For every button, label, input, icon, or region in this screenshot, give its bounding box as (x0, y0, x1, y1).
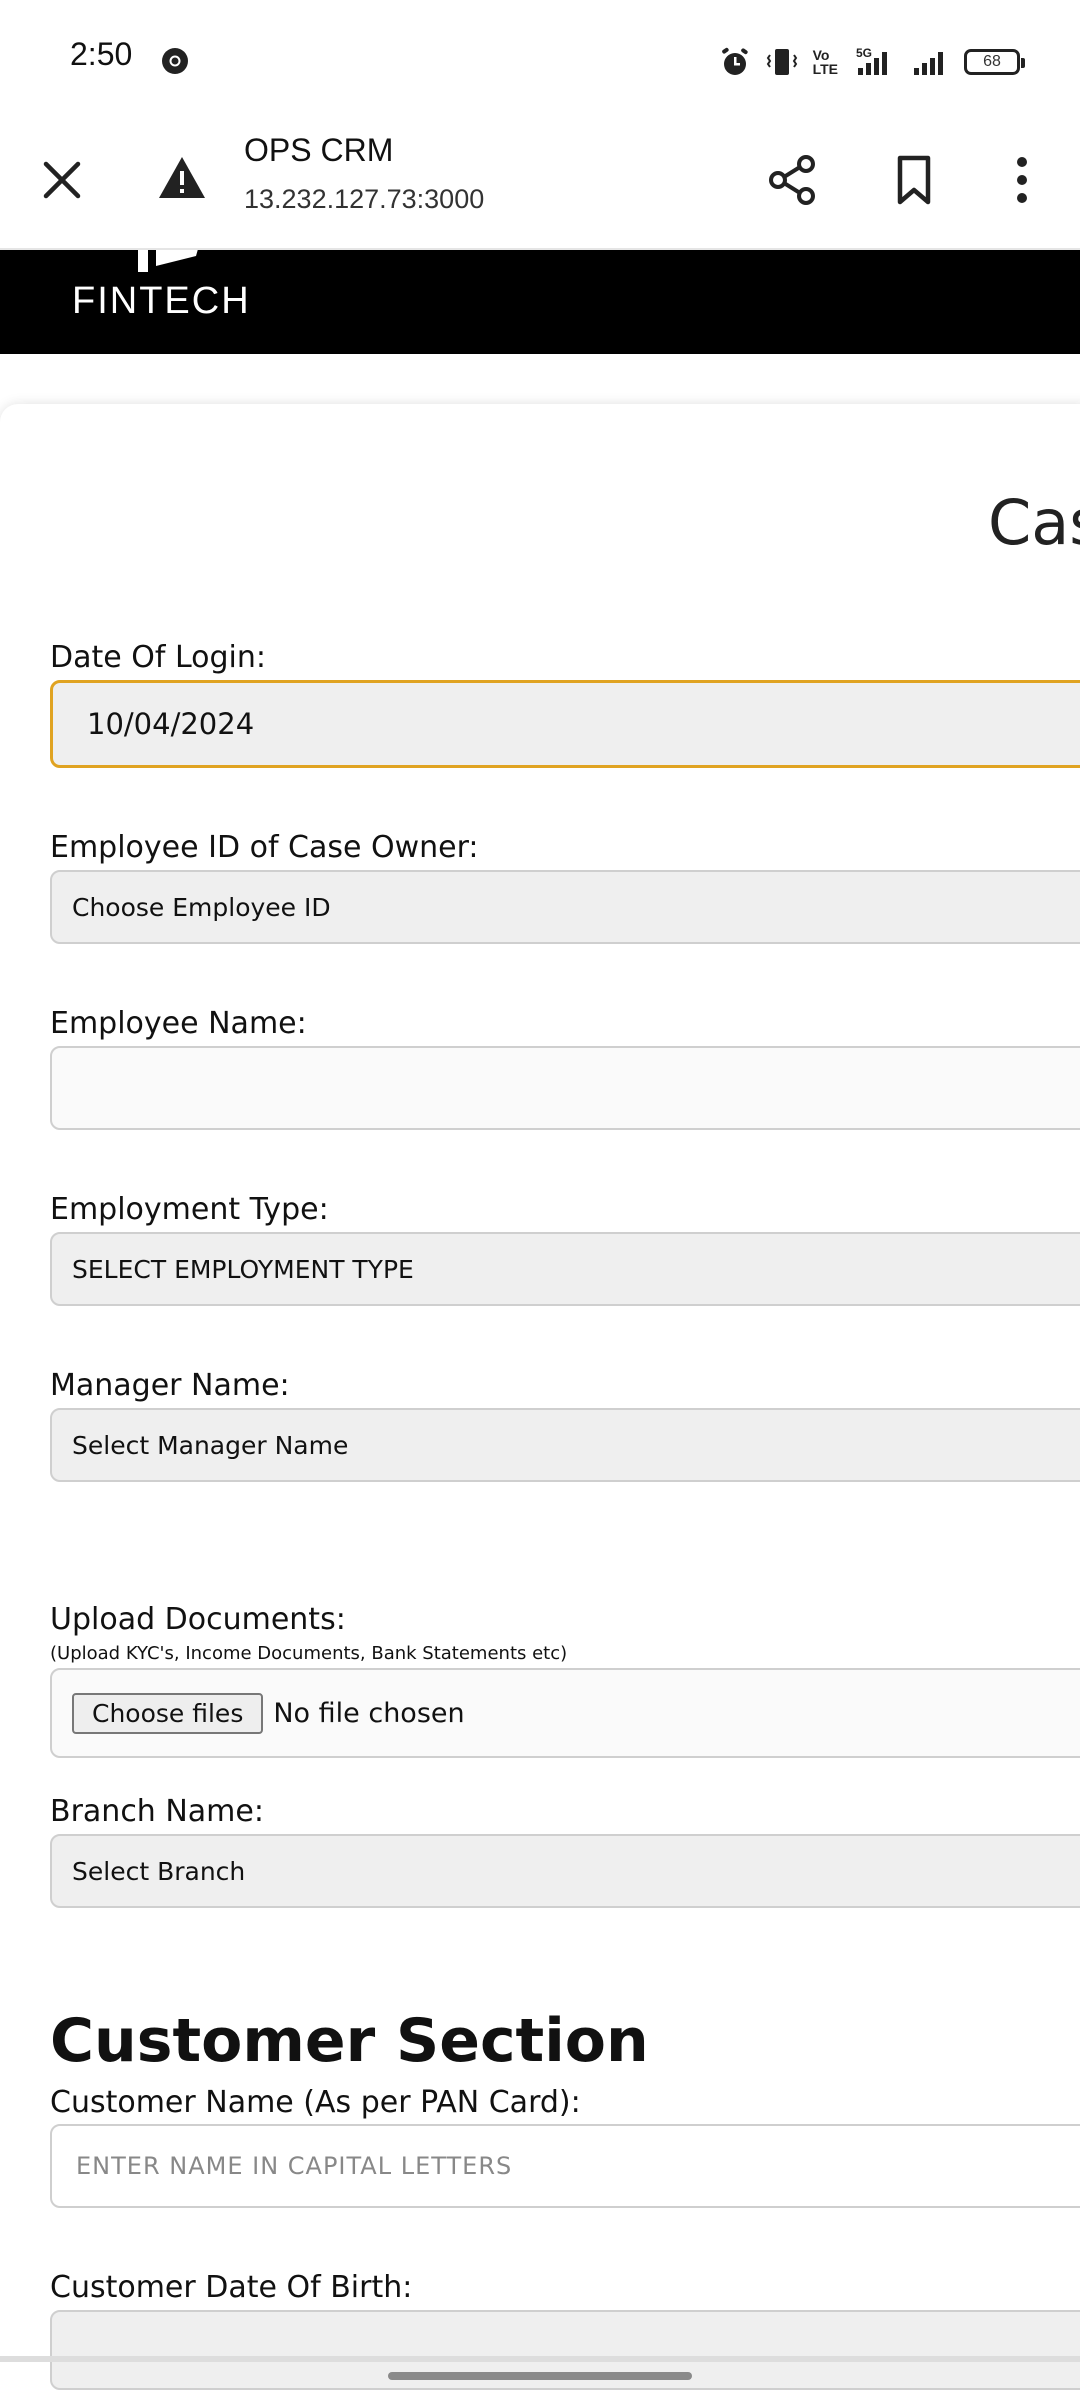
battery-icon: 68 (964, 49, 1025, 75)
employee-id-label: Employee ID of Case Owner: (50, 830, 479, 865)
home-indicator[interactable] (388, 2372, 692, 2380)
upload-documents-input[interactable]: Choose files No file chosen (50, 1668, 1080, 1758)
customer-section-title: Customer Section (50, 2006, 649, 2076)
browser-toolbar: OPS CRM 13.232.127.73:3000 (0, 110, 1080, 250)
employee-id-value: Choose Employee ID (72, 892, 331, 922)
branch-name-select[interactable]: Select Branch (50, 1834, 1080, 1908)
manager-name-label: Manager Name: (50, 1368, 290, 1403)
employment-type-label: Employment Type: (50, 1192, 329, 1227)
form-heading: Cas (988, 486, 1080, 559)
signal-icon (914, 52, 943, 75)
alarm-icon (721, 47, 748, 75)
date-of-login-label: Date Of Login: (50, 640, 266, 675)
logo-text: FINTECH (72, 280, 251, 322)
customer-name-input[interactable]: ENTER NAME IN CAPITAL LETTERS (50, 2124, 1080, 2208)
page-url[interactable]: 13.232.127.73:3000 (244, 184, 484, 215)
upload-documents-label: Upload Documents: (50, 1602, 346, 1637)
customer-dob-label: Customer Date Of Birth: (50, 2270, 413, 2305)
manager-name-value: Select Manager Name (72, 1430, 349, 1460)
customer-name-label: Customer Name (As per PAN Card): (50, 2085, 581, 2120)
date-of-login-value: 10/04/2024 (87, 707, 255, 741)
bottom-divider (0, 2356, 1080, 2362)
vibrate-icon (766, 49, 797, 75)
status-time: 2:50 (70, 36, 133, 72)
file-status: No file chosen (273, 1697, 465, 1729)
employment-type-select[interactable]: SELECT EMPLOYMENT TYPE (50, 1232, 1080, 1306)
manager-name-select[interactable]: Select Manager Name (50, 1408, 1080, 1482)
warning-icon[interactable] (156, 152, 208, 204)
close-icon[interactable] (36, 154, 88, 206)
status-bar: 2:50 Vo LTE 5G 68 (0, 0, 1080, 110)
employment-type-value: SELECT EMPLOYMENT TYPE (72, 1254, 414, 1284)
choose-files-button[interactable]: Choose files (72, 1692, 264, 1734)
share-icon[interactable] (762, 150, 822, 210)
svg-text:5G: 5G (856, 46, 872, 60)
date-of-login-input[interactable]: 10/04/2024 (50, 680, 1080, 768)
status-icons: Vo LTE 5G 68 (719, 42, 1025, 82)
signal-5g-icon: 5G (856, 46, 887, 75)
employee-name-label: Employee Name: (50, 1006, 307, 1041)
logo-mark-icon (138, 250, 198, 272)
page-title: OPS CRM (244, 132, 394, 168)
volte-label: Vo LTE (812, 47, 838, 77)
upload-documents-note: (Upload KYC's, Income Documents, Bank St… (50, 1643, 568, 1664)
customer-name-placeholder: ENTER NAME IN CAPITAL LETTERS (76, 2152, 513, 2180)
employee-name-input[interactable] (50, 1046, 1080, 1130)
chrome-icon (162, 48, 188, 74)
bookmark-icon[interactable] (884, 150, 944, 210)
branch-name-label: Branch Name: (50, 1794, 264, 1829)
site-banner: FINTECH (0, 250, 1080, 354)
employee-id-select[interactable]: Choose Employee ID (50, 870, 1080, 944)
branch-name-value: Select Branch (72, 1856, 246, 1886)
more-options-icon[interactable] (1000, 150, 1044, 210)
